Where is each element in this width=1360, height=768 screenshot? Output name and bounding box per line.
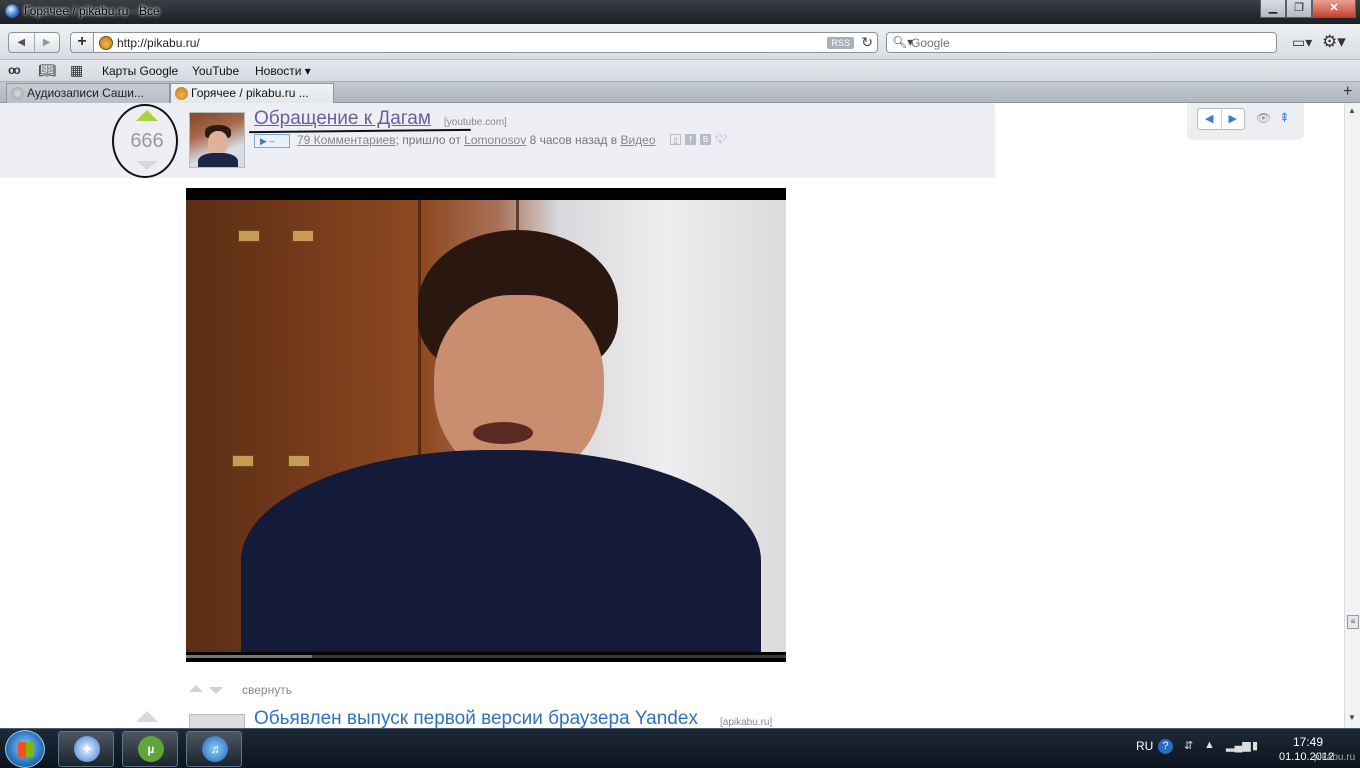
video-person-mouth: [473, 422, 533, 444]
tab-audio[interactable]: Аудиозаписи Саши...: [6, 83, 170, 103]
maximize-button[interactable]: ❐: [1286, 0, 1312, 18]
cabinet-handle: [288, 455, 310, 467]
category-link[interactable]: Видео: [620, 133, 655, 147]
comments-link[interactable]: 79 Комментариев: [297, 133, 396, 147]
tab-bar: Аудиозаписи Саши... Горячее / pikabu.ru …: [0, 82, 1360, 103]
clock-time[interactable]: 17:49: [1293, 735, 1323, 749]
story-nav-arrows: ◀ ▶: [1197, 108, 1245, 130]
share-icons: ▯ f B 🐦︎: [670, 134, 728, 145]
story-domain: [youtube.com]: [444, 117, 507, 128]
cabinet-handle: [292, 230, 314, 242]
loading-icon: [11, 87, 24, 100]
page-scrollbar[interactable]: ▲ ≡ ▼: [1344, 103, 1360, 728]
small-vote-down-icon[interactable]: [209, 687, 223, 694]
address-bar[interactable]: http://pikabu.ru/ RSS ↻: [94, 32, 878, 53]
story-thumbnail[interactable]: [189, 112, 245, 168]
story-meta: 79 Комментариев; пришло от Lomonosov 8 ч…: [297, 133, 656, 147]
meta-text-2: 8 часов назад в: [529, 133, 618, 147]
meta-text-1: ; пришло от: [395, 133, 461, 147]
next-story-icon[interactable]: ▶: [1220, 109, 1245, 129]
reading-list-icon[interactable]: oo: [8, 63, 21, 77]
itunes-icon: ♫: [202, 736, 228, 762]
start-button[interactable]: [5, 730, 45, 768]
windows-taskbar: ✦ µ ♫ RU ? ⇵ ▲ ▂▄▆ ▮ 17:49 01.10.2012: [0, 728, 1360, 768]
taskbar-itunes[interactable]: ♫: [186, 731, 242, 767]
tab-pikabu[interactable]: Горячее / pikabu.ru ...: [170, 83, 334, 103]
search-box[interactable]: 🔍︎▾: [886, 32, 1277, 53]
tray-network-arrows-icon[interactable]: ⇵: [1184, 739, 1193, 752]
play-video-button[interactable]: ▶ –: [254, 134, 290, 148]
close-window-button[interactable]: ✕: [1312, 0, 1356, 18]
cabinet-handle: [238, 230, 260, 242]
pikabu-favicon-icon: [99, 36, 113, 50]
save-icon[interactable]: ▯: [670, 134, 681, 145]
history-nav: ◀ ▶: [8, 32, 60, 53]
bookmark-youtube[interactable]: YouTube: [192, 64, 239, 78]
page-content: 666 Обращение к Дагам [youtube.com] ▶ – …: [0, 103, 1344, 728]
next-vote-up-icon[interactable]: [136, 711, 158, 722]
scroll-top-icon[interactable]: ⇞: [1279, 110, 1290, 126]
taskbar-utorrent[interactable]: µ: [122, 731, 178, 767]
forward-button[interactable]: ▶: [33, 33, 60, 52]
window-title: Горячее / pikabu.ru - Все: [24, 4, 160, 18]
scroll-thumb[interactable]: ≡: [1347, 615, 1359, 629]
next-story-domain: [apikabu.ru]: [720, 717, 773, 728]
scroll-down-icon[interactable]: ▼: [1348, 713, 1356, 722]
video-frame: [186, 200, 786, 652]
video-progress-fill: [186, 655, 312, 658]
story-title-link[interactable]: Обращение к Дагам: [254, 108, 431, 130]
safari-icon: ✦: [74, 736, 100, 762]
window-titlebar: Горячее / pikabu.ru - Все ▁ ❐ ✕: [0, 0, 1360, 24]
scroll-up-icon[interactable]: ▲: [1348, 106, 1356, 115]
small-vote-up-icon[interactable]: [189, 685, 203, 692]
address-text[interactable]: http://pikabu.ru/: [117, 36, 200, 50]
cabinet-handle: [232, 455, 254, 467]
add-bookmark-button[interactable]: +: [70, 32, 94, 53]
pikabu-favicon-icon: [175, 87, 188, 100]
prev-story-icon[interactable]: ◀: [1198, 109, 1221, 129]
next-story-title-link[interactable]: Обьявлен выпуск первой версии браузера Y…: [254, 708, 698, 728]
story-header: 666 Обращение к Дагам [youtube.com] ▶ – …: [0, 103, 995, 178]
bookmarks-book-icon[interactable]: 📖︎: [38, 62, 56, 79]
tab-label: Горячее / pikabu.ru ...: [191, 86, 309, 100]
thumb-body: [198, 153, 238, 167]
pikabu-watermark: pikabu.ru: [1314, 752, 1356, 763]
taskbar-safari[interactable]: ✦: [58, 731, 114, 767]
author-link[interactable]: Lomonosov: [464, 133, 526, 147]
language-indicator[interactable]: RU: [1136, 739, 1153, 753]
page-menu-icon[interactable]: ▭▾: [1292, 34, 1312, 51]
minimize-button[interactable]: ▁: [1260, 0, 1286, 18]
new-tab-button[interactable]: +: [1343, 83, 1352, 101]
back-button[interactable]: ◀: [9, 33, 34, 52]
tab-label: Аудиозаписи Саши...: [27, 86, 144, 100]
thumb-face: [208, 131, 228, 155]
video-person-body: [241, 450, 761, 652]
safari-app-icon: [5, 4, 19, 18]
reload-icon[interactable]: ↻: [861, 34, 873, 51]
utorrent-icon: µ: [138, 736, 164, 762]
gear-icon[interactable]: ⚙▾: [1322, 32, 1346, 52]
bookmarks-bar: oo 📖︎ ▦ Карты Google YouTube Новости ▾: [0, 60, 1360, 82]
window-controls: ▁ ❐ ✕: [1260, 0, 1356, 18]
hide-viewed-icon[interactable]: 👁︎: [1256, 111, 1271, 125]
top-sites-grid-icon[interactable]: ▦: [70, 62, 83, 79]
vk-icon[interactable]: B: [700, 134, 711, 145]
next-story-thumbnail[interactable]: [189, 714, 245, 728]
hand-drawn-circle: [112, 104, 178, 178]
bookmark-news-menu[interactable]: Новости ▾: [255, 64, 311, 78]
signal-icon[interactable]: ▂▄▆: [1226, 739, 1251, 752]
windows-logo-icon: [18, 742, 34, 757]
collapse-link[interactable]: свернуть: [242, 683, 292, 697]
bookmark-google-maps[interactable]: Карты Google: [102, 64, 178, 78]
video-player[interactable]: [186, 188, 786, 662]
browser-toolbar: ◀ ▶ + http://pikabu.ru/ RSS ↻ 🔍︎▾ ▭▾ ⚙▾: [0, 24, 1360, 60]
help-icon[interactable]: ?: [1158, 739, 1173, 754]
power-icon[interactable]: ▮: [1252, 739, 1258, 752]
facebook-icon[interactable]: f: [685, 134, 696, 145]
story-navigation: ◀ ▶ 👁︎ ⇞: [1187, 103, 1304, 140]
twitter-icon[interactable]: 🐦︎: [715, 134, 728, 145]
rss-button[interactable]: RSS: [827, 37, 854, 49]
show-hidden-icons[interactable]: ▲: [1204, 739, 1215, 751]
search-input[interactable]: [911, 35, 1271, 50]
